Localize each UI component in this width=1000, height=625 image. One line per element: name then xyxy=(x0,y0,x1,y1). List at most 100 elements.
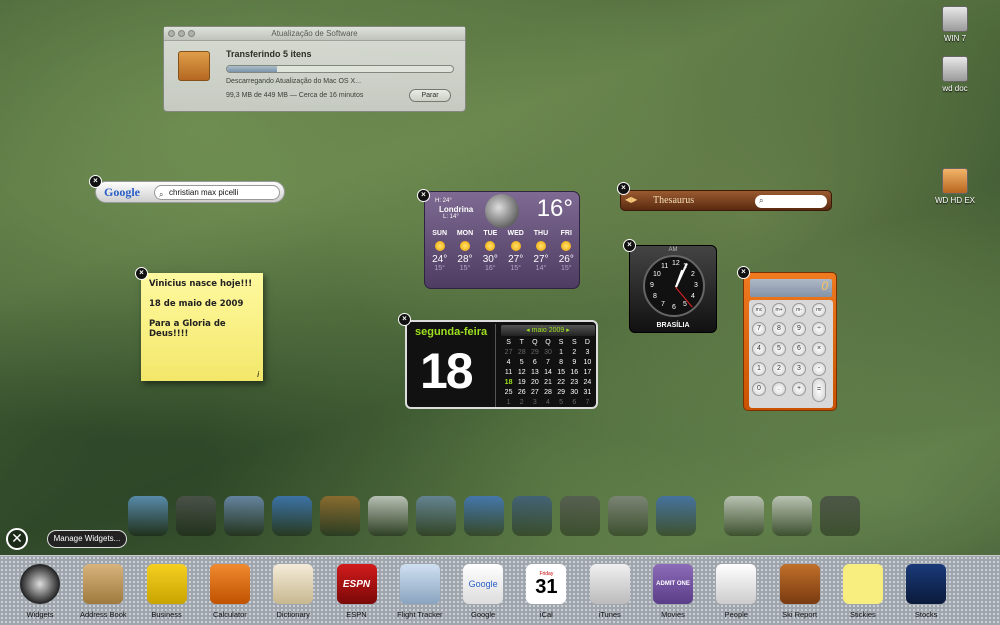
mail-icon[interactable] xyxy=(224,496,264,536)
ical-date-cell[interactable]: 30 xyxy=(568,388,581,397)
close-sticky-icon[interactable]: × xyxy=(135,267,148,280)
safari-icon[interactable] xyxy=(272,496,312,536)
weather-widget[interactable]: H: 24° Londrina L: 14° 16° SUN 24° 15° MO… xyxy=(424,191,580,289)
close-google-widget-icon[interactable]: × xyxy=(89,175,102,188)
thesaurus-search-input[interactable]: ⌕ xyxy=(755,195,827,208)
calculator-key[interactable]: 7 xyxy=(752,322,766,336)
calculator-key[interactable]: m- xyxy=(792,303,806,317)
widget-bar-item[interactable]: Business xyxy=(136,564,198,619)
ical-date-cell[interactable]: 4 xyxy=(541,398,554,407)
ical-date-cell[interactable]: 1 xyxy=(555,348,568,357)
ical-date-cell[interactable]: 1 xyxy=(502,398,515,407)
ical-date-cell[interactable]: 22 xyxy=(555,378,568,387)
address-book-icon[interactable] xyxy=(320,496,360,536)
calculator-key[interactable]: 2 xyxy=(772,362,786,376)
ical-date-cell[interactable]: 12 xyxy=(515,368,528,377)
ical-date-cell[interactable]: 24 xyxy=(581,378,594,387)
widget-bar-item[interactable]: Calculator xyxy=(199,564,261,619)
calculator-key[interactable]: m+ xyxy=(772,303,786,317)
ical-date-cell[interactable]: 4 xyxy=(502,358,515,367)
finder-icon[interactable] xyxy=(128,496,168,536)
itunes-icon[interactable] xyxy=(464,496,504,536)
minimize-window-button[interactable] xyxy=(178,30,185,37)
ical-widget[interactable]: segunda-feira 18 ◂ maio 2009 ▸ S T Q Q S S D 27… xyxy=(405,320,598,409)
calculator-key[interactable]: + xyxy=(792,382,806,396)
ical-date-cell[interactable]: 25 xyxy=(502,388,515,397)
dashboard-icon[interactable] xyxy=(176,496,216,536)
ical-date-cell[interactable]: 9 xyxy=(568,358,581,367)
ical-date-cell[interactable]: 13 xyxy=(528,368,541,377)
system-preferences-icon[interactable] xyxy=(608,496,648,536)
close-thesaurus-icon[interactable]: × xyxy=(617,182,630,195)
ical-date-cell[interactable]: 31 xyxy=(581,388,594,397)
calculator-key[interactable]: 8 xyxy=(772,322,786,336)
ical-date-cell[interactable]: 29 xyxy=(555,388,568,397)
pdf-icon[interactable] xyxy=(724,496,764,536)
ical-date-cell[interactable]: 17 xyxy=(581,368,594,377)
close-clock-icon[interactable]: × xyxy=(623,239,636,252)
calculator-key[interactable]: mr xyxy=(812,303,826,317)
ical-month-header[interactable]: ◂ maio 2009 ▸ xyxy=(501,325,595,336)
calculator-key[interactable]: 9 xyxy=(792,322,806,336)
close-widget-bar-button[interactable]: ✕ xyxy=(6,528,28,550)
ical-date-cell[interactable]: 11 xyxy=(502,368,515,377)
manage-widgets-button[interactable]: Manage Widgets... xyxy=(47,530,127,548)
calculator-key[interactable]: 1 xyxy=(752,362,766,376)
calculator-key[interactable]: ÷ xyxy=(812,322,826,336)
stop-button[interactable]: Parar xyxy=(409,89,451,102)
calculator-key[interactable]: 6 xyxy=(792,342,806,356)
calculator-key[interactable]: 5 xyxy=(772,342,786,356)
calculator-key[interactable]: = xyxy=(812,378,826,402)
back-forward-icon[interactable]: ◀▶ xyxy=(625,195,637,204)
close-window-button[interactable] xyxy=(168,30,175,37)
ical-date-cell[interactable]: 28 xyxy=(515,348,528,357)
ical-date-cell[interactable]: 27 xyxy=(502,348,515,357)
ical-date-cell[interactable]: 15 xyxy=(555,368,568,377)
ical-date-cell[interactable]: 5 xyxy=(555,398,568,407)
ical-date-cell[interactable]: 2 xyxy=(515,398,528,407)
iphoto-icon[interactable] xyxy=(416,496,456,536)
ical-date-cell[interactable]: 7 xyxy=(581,398,594,407)
ical-date-cell[interactable]: 21 xyxy=(541,378,554,387)
ical-date-cell[interactable]: 28 xyxy=(541,388,554,397)
desktop-drive-wd-hd-ex[interactable]: WD HD EX xyxy=(925,168,985,205)
widget-bar-item[interactable]: Flight Tracker xyxy=(389,564,451,619)
ical-date-cell[interactable]: 6 xyxy=(528,358,541,367)
ical-date-cell[interactable]: 30 xyxy=(541,348,554,357)
world-clock-widget[interactable]: AM 12 1 2 3 4 5 6 7 8 9 10 11 BRASÍLIA xyxy=(629,245,717,333)
widget-bar-item[interactable]: Ski Report xyxy=(769,564,831,619)
ical-date-cell[interactable]: 3 xyxy=(581,348,594,357)
ical-date-cell[interactable]: 8 xyxy=(555,358,568,367)
ical-date-cell[interactable]: 2 xyxy=(568,348,581,357)
widget-bar-item[interactable]: ADMIT ONE Movies xyxy=(642,564,704,619)
pdf-icon[interactable] xyxy=(772,496,812,536)
sticky-note[interactable]: Vinicius nasce hoje!!! 18 de maio de 200… xyxy=(141,273,263,381)
calculator-key[interactable]: - xyxy=(812,362,826,376)
sync-icon[interactable] xyxy=(656,496,696,536)
ical-date-cell[interactable]: 3 xyxy=(528,398,541,407)
widget-bar-item[interactable]: Stickies xyxy=(832,564,894,619)
ical-date-cell[interactable]: 14 xyxy=(541,368,554,377)
desktop-drive-wd-doc[interactable]: wd doc xyxy=(925,56,985,93)
close-calculator-icon[interactable]: × xyxy=(737,266,750,279)
google-search-input[interactable]: ⌕ christian max picelli xyxy=(154,185,280,200)
widget-bar-item[interactable]: People xyxy=(705,564,767,619)
ical-date-cell[interactable]: 6 xyxy=(568,398,581,407)
time-machine-icon[interactable] xyxy=(560,496,600,536)
desktop-drive-win7[interactable]: WIN 7 xyxy=(925,6,985,43)
calculator-key[interactable]: 3 xyxy=(792,362,806,376)
widget-bar-item[interactable]: Google Google xyxy=(452,564,514,619)
widget-bar-item[interactable]: Friday 31 iCal xyxy=(515,564,577,619)
calculator-key[interactable]: mc xyxy=(752,303,766,317)
ical-date-cell[interactable]: 27 xyxy=(528,388,541,397)
widget-bar-item[interactable]: ESPN ESPN xyxy=(326,564,388,619)
ical-date-cell[interactable]: 10 xyxy=(581,358,594,367)
calculator-key[interactable]: 4 xyxy=(752,342,766,356)
ical-date-cell[interactable]: 19 xyxy=(515,378,528,387)
close-ical-icon[interactable]: × xyxy=(398,313,411,326)
widget-bar-item[interactable]: Widgets xyxy=(9,564,71,619)
zoom-window-button[interactable] xyxy=(188,30,195,37)
widget-bar-item[interactable]: Address Book xyxy=(72,564,134,619)
ical-date-cell[interactable]: 7 xyxy=(541,358,554,367)
ical-date-cell[interactable]: 20 xyxy=(528,378,541,387)
